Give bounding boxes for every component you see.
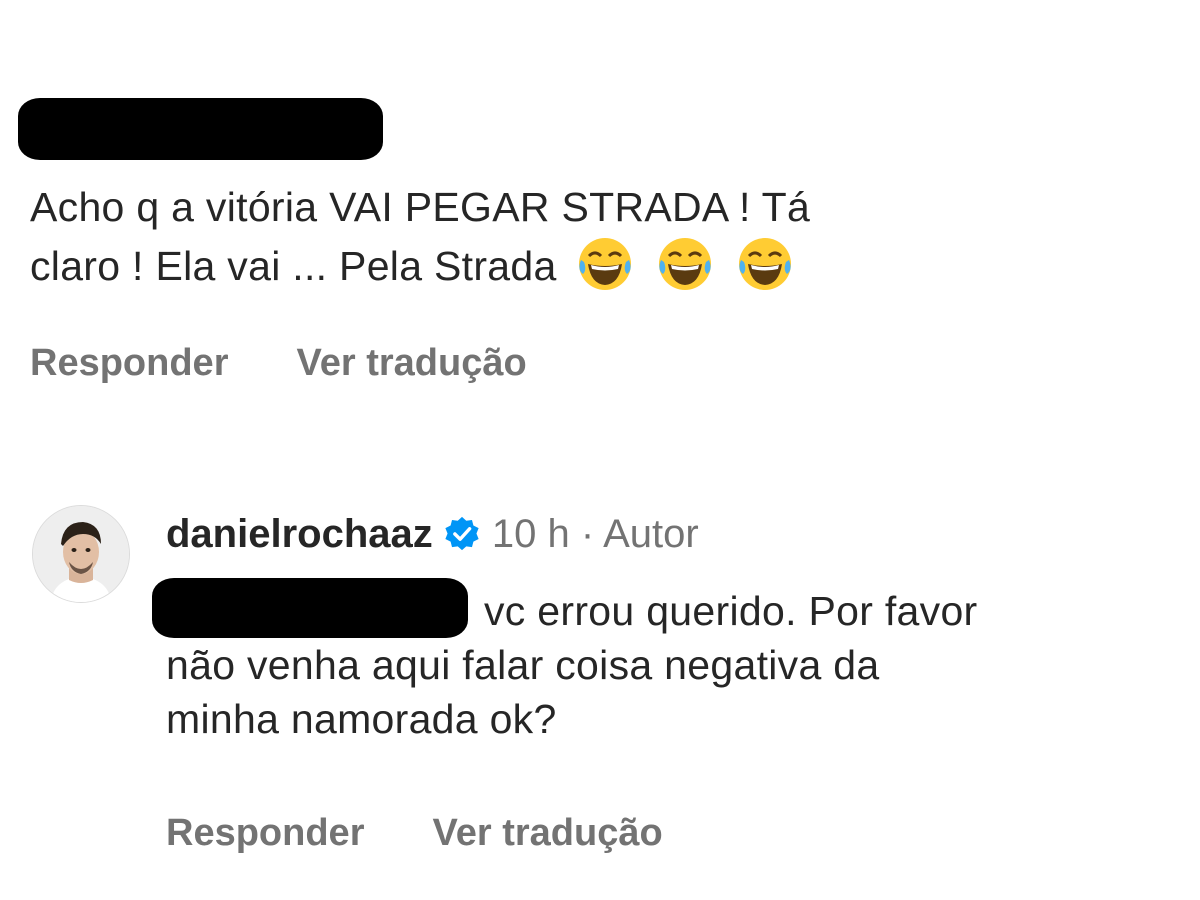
see-translation-button[interactable]: Ver tradução: [432, 812, 662, 855]
see-translation-button[interactable]: Ver tradução: [296, 342, 526, 385]
reply-text: vc errou querido. Por favor não venha aq…: [166, 584, 1186, 746]
reply-text-line: minha namorada ok?: [166, 696, 557, 742]
reply-actions: Responder Ver tradução: [166, 812, 663, 855]
face-with-tears-of-joy-icon: [738, 238, 791, 290]
face-with-tears-of-joy-icon: [578, 238, 631, 290]
comment-text: Acho q a vitória VAI PEGAR STRADA ! Tá c…: [30, 180, 1150, 294]
emoji-row: [575, 234, 795, 294]
verified-badge-icon: [445, 516, 479, 551]
reply-button[interactable]: Responder: [30, 342, 228, 385]
comment-header: danielrochaaz 10 h · Autor: [166, 508, 699, 560]
meta-separator: ·: [580, 512, 595, 556]
comment-timestamp: 10 h: [491, 512, 570, 556]
face-with-tears-of-joy-icon: [658, 238, 711, 290]
avatar[interactable]: [32, 505, 130, 603]
reply-button[interactable]: Responder: [166, 812, 364, 855]
reply-text-line: vc errou querido. Por favor: [484, 588, 978, 634]
reply-text-line: não venha aqui falar coisa negativa da: [166, 642, 880, 688]
comment-text-line: Acho q a vitória VAI PEGAR STRADA ! Tá: [30, 184, 811, 230]
redacted-username-bar: [18, 98, 383, 160]
comment-actions: Responder Ver tradução: [30, 342, 527, 385]
profile-photo: [33, 506, 129, 602]
comment-text-line: claro ! Ela vai ... Pela Strada: [30, 243, 557, 289]
author-label: Autor: [603, 512, 699, 556]
username-link[interactable]: danielrochaaz: [166, 512, 433, 556]
